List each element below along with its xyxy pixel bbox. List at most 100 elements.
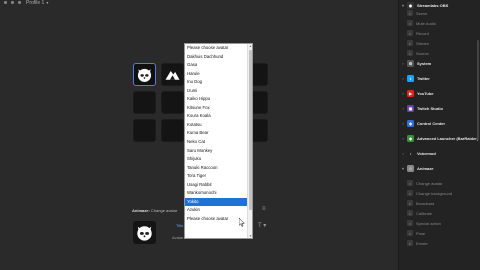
key-empty[interactable]	[161, 119, 184, 142]
scroll-down-icon[interactable]: ▼	[248, 234, 252, 238]
chevron-down-icon[interactable]: ▾	[399, 3, 407, 8]
sidebar-action[interactable]: • Calibrate	[399, 208, 480, 218]
chevron-right-icon[interactable]: ›	[399, 76, 407, 81]
system-icon: ⚙	[407, 59, 414, 67]
sidebar-action[interactable]: • Scene	[399, 8, 480, 18]
chevron-right-icon[interactable]: ›	[399, 106, 407, 111]
sidebar-category[interactable]: › ▣ Twitch Studio	[399, 103, 480, 113]
dropdown-option[interactable]: Shijuku	[185, 155, 248, 164]
sidebar-action[interactable]: • Source	[399, 48, 480, 58]
sidebar-label: System	[417, 60, 432, 66]
window-controls[interactable]	[4, 1, 21, 4]
sidebar-category[interactable]: ▾ ☺ Animaze	[399, 163, 480, 173]
sidebar-label: Twitch Studio	[417, 105, 443, 111]
list-icon[interactable]: ≡	[262, 206, 266, 212]
dropdown-option[interactable]: Wankomonochi	[185, 189, 248, 198]
mouse-cursor-icon	[239, 218, 245, 227]
dropdown-option[interactable]: Kaiko Hippo	[185, 95, 248, 104]
control-center-icon: ◈	[407, 119, 414, 127]
dropdown-option[interactable]: Saru Monkey	[185, 147, 248, 156]
mute-icon: •	[407, 20, 413, 26]
chevron-right-icon[interactable]: ›	[399, 91, 407, 96]
chevron-right-icon[interactable]: ›	[399, 121, 407, 126]
dropdown-option[interactable]: Koura Koala	[185, 112, 248, 121]
sidebar-action[interactable]: • Change avatar	[399, 178, 480, 188]
dropdown-option[interactable]: Tanuki Raccoon	[185, 164, 248, 173]
sidebar-label: Streamlabs OBS	[417, 2, 449, 8]
sidebar-label: Twitter	[417, 75, 430, 81]
special-icon: •	[407, 220, 413, 226]
emote-icon: •	[407, 240, 413, 246]
sidebar-action[interactable]: • Record	[399, 28, 480, 38]
sidebar-action[interactable]: • Change background	[399, 188, 480, 198]
avatar-dropdown-list[interactable]: Please choose avatar Dakhuis Dachhund Gasa…	[184, 43, 253, 239]
sidebar-category[interactable]: › ⚙ System	[399, 58, 480, 68]
scroll-up-icon[interactable]: ▲	[248, 44, 252, 48]
launcher-icon: ◆	[407, 134, 414, 142]
action-name: Change avatar	[150, 208, 178, 213]
sidebar-label: Animaze	[417, 165, 434, 171]
stream-icon: •	[407, 40, 413, 46]
sidebar-scrollbar[interactable]	[477, 40, 479, 140]
scrollbar-thumb[interactable]	[249, 50, 252, 210]
sidebar-label: Pose	[416, 230, 426, 236]
sidebar-label: Broadcast	[416, 200, 435, 206]
broadcast-icon: •	[407, 200, 413, 206]
dropdown-option[interactable]: Yokito	[185, 197, 248, 207]
sidebar-label: Calibrate	[416, 210, 433, 216]
title-field-label: Title	[176, 223, 184, 228]
sidebar-category[interactable]: › ◆ Advanced Launcher (BarRaider)	[399, 133, 480, 143]
sidebar-action[interactable]: • Broadcast	[399, 198, 480, 208]
sidebar-category[interactable]: › t Twitter	[399, 73, 480, 83]
dropdown-option[interactable]: Tora Tiger	[185, 172, 248, 181]
dropdown-option[interactable]: Kuma Bear	[185, 129, 248, 138]
pose-icon: •	[407, 230, 413, 236]
sidebar-action[interactable]: • Emote	[399, 238, 480, 248]
dropdown-option[interactable]: Harule	[185, 70, 248, 79]
preview-key[interactable]	[133, 221, 156, 244]
avatar-icon: •	[407, 180, 413, 186]
dropdown-scrollbar[interactable]: ▲ ▼	[247, 44, 252, 238]
key-avatar-red-panda[interactable]	[133, 63, 156, 86]
twitch-icon: ▣	[407, 104, 414, 112]
profile-selector[interactable]: Profile 1 ▾	[26, 0, 48, 6]
key-empty[interactable]	[133, 119, 156, 142]
inspector-title: Animaze: Change avatar	[132, 208, 177, 213]
sidebar-category[interactable]: › ▶ YouTube	[399, 88, 480, 98]
dropdown-option[interactable]: Kotatsu	[185, 121, 248, 130]
calibrate-icon: •	[407, 210, 413, 216]
dropdown-option[interactable]: Neko Cat	[185, 138, 248, 147]
source-icon: •	[407, 50, 413, 56]
dropdown-option[interactable]: Please choose avatar	[185, 44, 248, 53]
sidebar-category[interactable]: › ◈ Control Center	[399, 118, 480, 128]
sidebar-label: Record	[416, 30, 429, 36]
sidebar-action[interactable]: • Stream	[399, 38, 480, 48]
dropdown-option[interactable]: Azukin	[185, 206, 248, 215]
top-bar: Profile 1 ▾	[0, 0, 395, 8]
sidebar-label: Change avatar	[416, 180, 443, 186]
key-mountain-logo[interactable]	[161, 63, 184, 86]
dropdown-option[interactable]: Inu Dog	[185, 78, 248, 87]
dropdown-option[interactable]: Kitsune Fox	[185, 104, 248, 113]
sidebar-action[interactable]: • Special action	[399, 218, 480, 228]
sidebar-label: Mute Audio	[416, 20, 437, 26]
sidebar-label: Control Center	[417, 120, 445, 126]
dropdown-option[interactable]: Usagi Rabbit	[185, 181, 248, 190]
chevron-down-icon[interactable]: ▾	[399, 166, 407, 171]
text-format-icon[interactable]: T ▾	[258, 222, 266, 229]
sidebar-action[interactable]: • Pose	[399, 228, 480, 238]
chevron-right-icon[interactable]: ›	[399, 151, 407, 156]
sidebar-label: Voicemod	[417, 150, 436, 156]
key-empty[interactable]	[133, 91, 156, 114]
chevron-right-icon[interactable]: ›	[399, 61, 407, 66]
chevron-right-icon[interactable]: ›	[399, 136, 407, 141]
key-empty[interactable]	[161, 91, 184, 114]
dropdown-option[interactable]: Dakhuis Dachhund	[185, 53, 248, 62]
sidebar-action[interactable]: • Mute Audio	[399, 18, 480, 28]
dropdown-option[interactable]: Izumi	[185, 87, 248, 96]
dropdown-option[interactable]: Gasa	[185, 61, 248, 70]
sidebar-category[interactable]: › ♪ Voicemod	[399, 148, 480, 158]
youtube-icon: ▶	[407, 89, 414, 97]
actions-sidebar: ▾ ◉ Streamlabs OBS • Scene • Mute Audio • Record…	[398, 0, 480, 270]
scene-icon: •	[407, 10, 413, 16]
